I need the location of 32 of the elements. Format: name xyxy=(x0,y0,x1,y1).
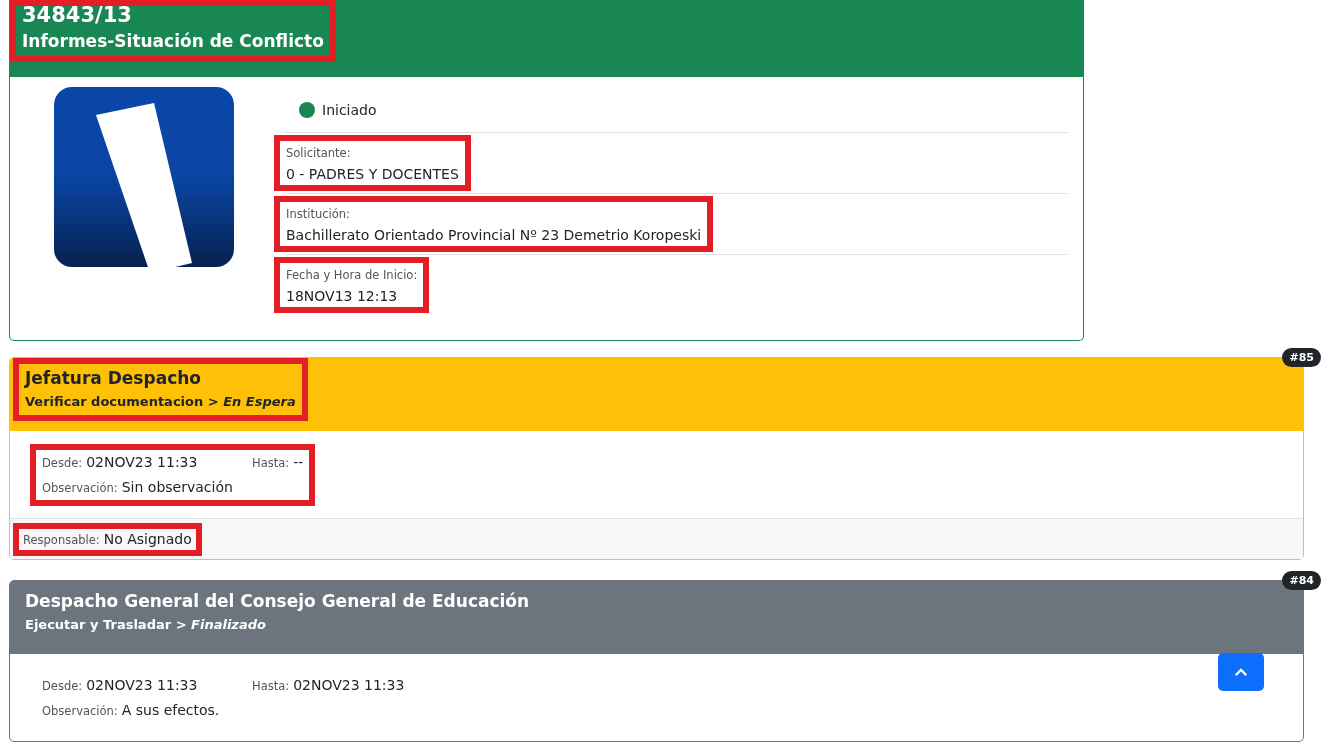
case-number: 34843/13 xyxy=(22,2,133,28)
field-value: 18NOV13 12:13 xyxy=(286,287,399,306)
field-label: Responsable: xyxy=(23,532,100,547)
field-label: Desde: xyxy=(42,679,83,693)
chevron-up-icon xyxy=(1234,667,1248,677)
task-status: Ejecutar y Trasladar > Finalizado xyxy=(25,616,267,634)
field-value: 02NOV23 11:33 xyxy=(86,677,198,693)
status-label: Iniciado xyxy=(322,101,377,118)
field-label: Desde: xyxy=(42,456,83,470)
field-value: 02NOV23 11:33 xyxy=(86,454,198,470)
office-name: Despacho General del Consejo General de Educación xyxy=(25,590,530,613)
step-number-badge: #85 xyxy=(1282,348,1321,367)
field-value: -- xyxy=(293,454,304,470)
field-value: 0 - PADRES Y DOCENTES xyxy=(286,165,459,184)
field-label: Observación: xyxy=(42,481,118,495)
field-value: A sus efectos. xyxy=(121,702,220,718)
step-number-badge: #84 xyxy=(1282,571,1321,590)
field-label: Solicitante: xyxy=(286,145,352,162)
field-label: Hasta: xyxy=(252,679,290,693)
field-label: Observación: xyxy=(42,704,118,718)
field-value: Sin observación xyxy=(121,479,233,495)
field-label: Hasta: xyxy=(252,456,290,470)
field-label: Fecha y Hora de Inicio: xyxy=(286,267,418,284)
scroll-top-button[interactable] xyxy=(1218,653,1264,691)
logo-icon xyxy=(54,87,234,267)
field-value: No Asignado xyxy=(103,530,192,547)
field-label: Institución: xyxy=(286,206,351,223)
case-title: Informes-Situación de Conflicto xyxy=(22,30,324,53)
field-value: Bachillerato Orientado Provincial Nº 23 Demetrio Koropeski xyxy=(286,226,702,245)
office-name: Jefatura Despacho xyxy=(25,367,202,390)
task-status: Verificar documentacion > En Espera xyxy=(25,393,296,411)
field-value: 02NOV23 11:33 xyxy=(293,677,405,693)
